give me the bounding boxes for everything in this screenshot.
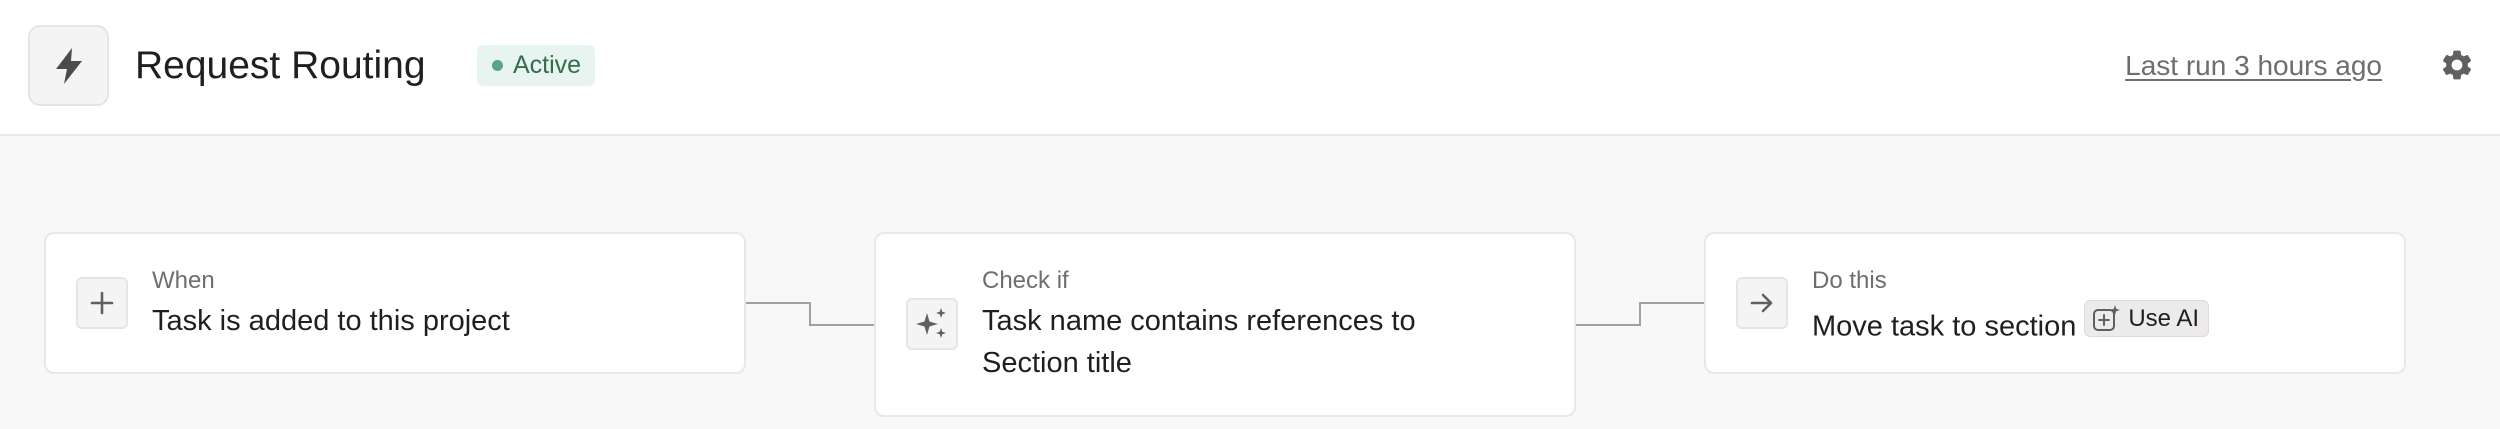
plus-icon: [90, 291, 114, 315]
action-label: Do this: [1812, 267, 1887, 294]
lightning-bolt-icon: [55, 47, 82, 84]
settings-button[interactable]: [2436, 44, 2478, 86]
gear-icon: [2442, 50, 2472, 80]
use-ai-label: Use AI: [2128, 305, 2200, 332]
action-text: Move task to section Use AI: [1812, 300, 2210, 348]
last-run-link[interactable]: Last run 3 hours ago: [2125, 48, 2382, 84]
ai-sparkle-plus-icon: [2093, 304, 2121, 331]
trigger-label: When: [152, 267, 215, 294]
workflow-canvas: When Task is added to this project Check…: [0, 138, 2500, 429]
page-title: Request Routing: [135, 44, 426, 87]
status-dot: [492, 60, 503, 71]
condition-label: Check if: [982, 267, 1069, 294]
action-text-value: Move task to section: [1812, 310, 2077, 343]
condition-icon-tile: [906, 298, 958, 350]
use-ai-button[interactable]: Use AI: [2084, 300, 2210, 337]
trigger-icon-tile: [76, 277, 128, 329]
arrow-right-icon: [1750, 293, 1773, 313]
condition-text-line: Section title: [982, 347, 1132, 379]
trigger-text: Task is added to this project: [152, 305, 510, 337]
header: Request Routing Active Last run 3 hours …: [0, 0, 2500, 136]
action-step-card[interactable]: Do this Move task to section Use AI: [1704, 232, 2406, 374]
condition-text-line: Task name contains references to: [982, 305, 1416, 337]
sparkles-icon: [916, 308, 946, 338]
action-icon-tile: [1736, 277, 1788, 329]
rule-icon-tile: [28, 25, 109, 106]
condition-text: Task name contains references to Section…: [982, 300, 1416, 384]
condition-step-card[interactable]: Check if Task name contains references t…: [874, 232, 1576, 417]
trigger-step-card[interactable]: When Task is added to this project: [44, 232, 746, 374]
status-badge: Active: [477, 45, 596, 86]
status-label: Active: [513, 51, 582, 79]
